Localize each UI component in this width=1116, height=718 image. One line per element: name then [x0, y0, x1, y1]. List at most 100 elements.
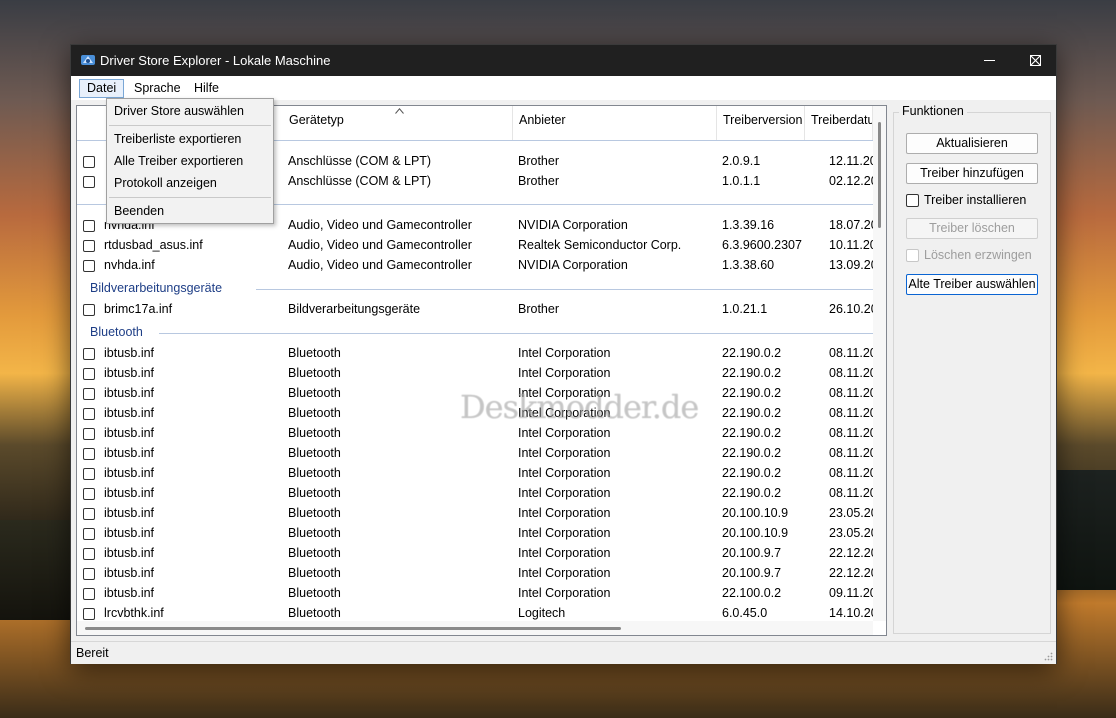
- driver-name-cell: ibtusb.inf: [104, 386, 155, 400]
- row-checkbox[interactable]: [83, 488, 95, 500]
- menu-item-show-log[interactable]: Protokoll anzeigen: [114, 176, 217, 190]
- vendor-cell: Intel Corporation: [518, 546, 611, 560]
- driver-name-cell: ibtusb.inf: [104, 566, 155, 580]
- table-row[interactable]: ibtusb.inf Bluetooth Intel Corporation 20.1…: [77, 524, 873, 544]
- device-type-cell: Bluetooth: [288, 526, 341, 540]
- date-cell: 08.11.20: [829, 426, 873, 440]
- row-checkbox[interactable]: [83, 588, 95, 600]
- menu-item-exit[interactable]: Beenden: [114, 204, 164, 218]
- date-cell: 02.12.20: [829, 174, 873, 188]
- row-checkbox[interactable]: [83, 348, 95, 360]
- version-cell: 6.0.45.0: [722, 606, 768, 620]
- column-header-date[interactable]: Treiberdatu: [805, 106, 873, 140]
- row-checkbox[interactable]: [83, 468, 95, 480]
- menu-item-select-driver-store[interactable]: Driver Store auswählen: [114, 104, 244, 118]
- functions-groupbox: [893, 112, 1051, 634]
- table-row[interactable]: ibtusb.inf Bluetooth Intel Corporation 22.1…: [77, 464, 873, 484]
- table-row[interactable]: ibtusb.inf Bluetooth Intel Corporation 20.1…: [77, 544, 873, 564]
- driver-name-cell: nvhda.inf: [104, 258, 155, 272]
- driver-store-app-icon: [81, 55, 95, 65]
- device-type-cell: Bluetooth: [288, 366, 341, 380]
- row-checkbox[interactable]: [83, 608, 95, 620]
- driver-name-cell: ibtusb.inf: [104, 346, 155, 360]
- table-row[interactable]: rtdusbad_asus.inf Audio, Video und Gameco…: [77, 236, 873, 256]
- table-row[interactable]: brimc17a.inf Bildverarbeitungsgeräte Broth…: [77, 300, 873, 320]
- device-type-cell: Bluetooth: [288, 346, 341, 360]
- select-old-drivers-button[interactable]: Alte Treiber auswählen: [906, 274, 1038, 295]
- device-type-cell: Bluetooth: [288, 506, 341, 520]
- delete-driver-button[interactable]: Treiber löschen: [906, 218, 1038, 239]
- row-checkbox[interactable]: [83, 428, 95, 440]
- row-checkbox[interactable]: [83, 156, 95, 168]
- date-cell: 08.11.20: [829, 466, 873, 480]
- menu-separator: [109, 125, 271, 126]
- version-cell: 22.190.0.2: [722, 486, 782, 500]
- table-row[interactable]: ibtusb.inf Bluetooth Intel Corporation 22.1…: [77, 584, 873, 604]
- table-row[interactable]: ibtusb.inf Bluetooth Intel Corporation 22.1…: [77, 484, 873, 504]
- refresh-button[interactable]: Aktualisieren: [906, 133, 1038, 154]
- date-cell: 22.12.20: [829, 546, 873, 560]
- horizontal-scrollbar[interactable]: [77, 621, 873, 635]
- date-cell: 08.11.20: [829, 486, 873, 500]
- row-checkbox[interactable]: [83, 548, 95, 560]
- row-checkbox[interactable]: [83, 304, 95, 316]
- table-row[interactable]: ibtusb.inf Bluetooth Intel Corporation 22.1…: [77, 424, 873, 444]
- minimize-button[interactable]: [966, 45, 1012, 76]
- device-type-cell: Bluetooth: [288, 466, 341, 480]
- vertical-scrollbar[interactable]: [873, 106, 886, 621]
- row-checkbox[interactable]: [83, 240, 95, 252]
- row-checkbox[interactable]: [83, 508, 95, 520]
- background-forest-left: [0, 520, 70, 620]
- version-cell: 2.0.9.1: [722, 154, 761, 168]
- device-type-cell: Bluetooth: [288, 426, 341, 440]
- vendor-cell: Intel Corporation: [518, 526, 611, 540]
- column-header-vendor[interactable]: Anbieter: [513, 106, 717, 140]
- row-checkbox[interactable]: [83, 388, 95, 400]
- background-forest-right: [1056, 470, 1116, 590]
- vendor-cell: Realtek Semiconductor Corp.: [518, 238, 682, 252]
- menu-item-export-driver-list[interactable]: Treiberliste exportieren: [114, 132, 241, 146]
- menu-hilfe[interactable]: Hilfe: [187, 79, 226, 98]
- column-header-version[interactable]: Treiberversion: [717, 106, 805, 140]
- menu-sprache[interactable]: Sprache: [127, 79, 188, 98]
- row-checkbox[interactable]: [83, 528, 95, 540]
- row-checkbox[interactable]: [83, 568, 95, 580]
- driver-name-cell: ibtusb.inf: [104, 486, 155, 500]
- group-header-title[interactable]: Bluetooth: [90, 325, 143, 339]
- resize-grip-icon[interactable]: [1043, 651, 1053, 661]
- group-header-title[interactable]: Bildverarbeitungsgeräte: [90, 281, 222, 295]
- device-type-cell: Bluetooth: [288, 446, 341, 460]
- row-checkbox[interactable]: [83, 448, 95, 460]
- table-row[interactable]: ibtusb.inf Bluetooth Intel Corporation 22.1…: [77, 444, 873, 464]
- driver-name-cell: ibtusb.inf: [104, 506, 155, 520]
- driver-name-cell: ibtusb.inf: [104, 526, 155, 540]
- vendor-cell: Brother: [518, 154, 559, 168]
- table-row[interactable]: ibtusb.inf Bluetooth Intel Corporation 22.1…: [77, 344, 873, 364]
- table-row[interactable]: ibtusb.inf Bluetooth Intel Corporation 22.1…: [77, 364, 873, 384]
- vertical-scroll-thumb[interactable]: [878, 122, 881, 228]
- table-row[interactable]: ibtusb.inf Bluetooth Intel Corporation 20.1…: [77, 504, 873, 524]
- device-type-cell: Bluetooth: [288, 586, 341, 600]
- row-checkbox[interactable]: [83, 408, 95, 420]
- vendor-cell: Intel Corporation: [518, 566, 611, 580]
- close-button[interactable]: [1012, 45, 1058, 76]
- menu-item-export-all-drivers[interactable]: Alle Treiber exportieren: [114, 154, 243, 168]
- version-cell: 1.0.21.1: [722, 302, 768, 316]
- row-checkbox[interactable]: [83, 260, 95, 272]
- row-checkbox[interactable]: [83, 176, 95, 188]
- row-checkbox[interactable]: [83, 368, 95, 380]
- device-type-cell: Audio, Video und Gamecontroller: [288, 238, 472, 252]
- version-cell: 20.100.10.9: [722, 526, 789, 540]
- row-checkbox[interactable]: [83, 220, 95, 232]
- table-row[interactable]: nvhda.inf Audio, Video und Gamecontroller…: [77, 256, 873, 276]
- horizontal-scroll-thumb[interactable]: [85, 627, 621, 630]
- table-row[interactable]: ibtusb.inf Bluetooth Intel Corporation 20.1…: [77, 564, 873, 584]
- version-cell: 20.100.10.9: [722, 506, 789, 520]
- date-cell: 12.11.20: [829, 154, 873, 168]
- vendor-cell: Intel Corporation: [518, 366, 611, 380]
- driver-name-cell: ibtusb.inf: [104, 466, 155, 480]
- device-type-cell: Bluetooth: [288, 606, 341, 620]
- vendor-cell: Intel Corporation: [518, 486, 611, 500]
- add-driver-button[interactable]: Treiber hinzufügen: [906, 163, 1038, 184]
- menu-datei[interactable]: Datei: [79, 79, 125, 98]
